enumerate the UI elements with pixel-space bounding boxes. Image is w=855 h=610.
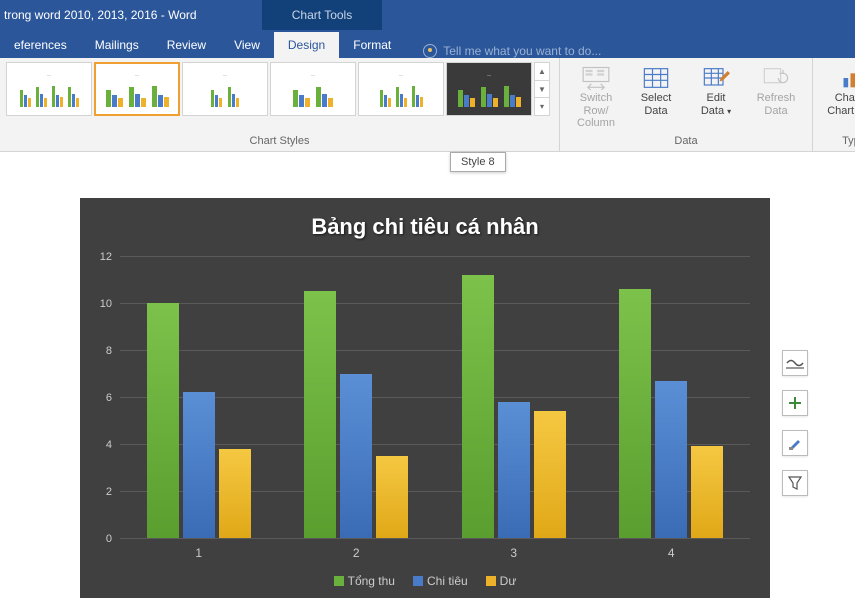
chart-type-icon [840,66,855,90]
bar[interactable] [655,381,687,538]
refresh-label: Refresh Data [757,92,796,117]
y-axis-label: 2 [106,486,112,498]
chart-style-4[interactable]: — [270,62,356,116]
chart-style-6[interactable]: — [446,62,532,116]
gridline: 0 [120,538,750,539]
data-group-label: Data [566,135,806,149]
dropdown-icon: ▾ [727,107,731,116]
type-group: Change Chart Type Type [813,58,855,151]
legend-swatch [486,576,496,586]
plus-icon [788,396,802,410]
refresh-data-button: Refresh Data [746,62,806,134]
gallery-down-icon[interactable]: ▼ [535,81,549,99]
legend-swatch [413,576,423,586]
gallery-more-icon[interactable]: ▾ [535,98,549,115]
grid-icon [642,66,670,90]
y-axis-label: 8 [106,345,112,357]
chart-tools-context-tab[interactable]: Chart Tools [262,0,382,30]
chart-object[interactable]: Bảng chi tiêu cá nhân 0246810121234 Tổng… [80,198,770,598]
ribbon-tabs: eferences Mailings Review View Design Fo… [0,30,855,58]
bar-group: 2 [278,256,436,538]
tab-design[interactable]: Design [274,32,339,58]
document-title: trong word 2010, 2013, 2016 - Word [0,8,197,22]
layout-icon [786,356,804,370]
switch-icon [582,66,610,90]
gallery-up-icon[interactable]: ▲ [535,63,549,81]
document-workspace: Bảng chi tiêu cá nhân 0246810121234 Tổng… [0,152,855,598]
bar-group: 3 [435,256,593,538]
bar[interactable] [219,449,251,538]
lightbulb-icon [423,44,437,58]
legend-item[interactable]: Dư [486,574,517,588]
tell-me-placeholder: Tell me what you want to do... [443,44,601,58]
chart-styles-button[interactable] [782,430,808,456]
bar[interactable] [147,303,179,538]
chart-elements-button[interactable] [782,390,808,416]
x-axis-label: 3 [510,546,517,560]
funnel-icon [788,476,802,490]
bar[interactable] [498,402,530,538]
brush-icon [788,436,802,450]
ribbon: — — — — — — ▲ ▼ ▾ Chart Styles Switch Ro… [0,58,855,152]
select-label: Select Data [641,92,672,117]
select-data-button[interactable]: Select Data [626,62,686,134]
legend-item[interactable]: Chi tiêu [413,574,468,588]
bar[interactable] [340,374,372,539]
legend-swatch [334,576,344,586]
legend-label: Tổng thu [348,574,395,588]
chart-styles-label: Chart Styles [6,135,553,149]
edit-data-button[interactable]: Edit Data ▾ [686,62,746,134]
legend-item[interactable]: Tổng thu [334,574,395,588]
switch-row-column-button: Switch Row/ Column [566,62,626,134]
bar[interactable] [304,291,336,538]
x-axis-label: 2 [353,546,360,560]
y-axis-label: 10 [100,298,112,310]
chart-style-2[interactable]: — [94,62,180,116]
grid-edit-icon [702,66,730,90]
switch-label: Switch Row/ Column [568,92,624,130]
legend-label: Dư [500,574,517,588]
bar-group: 4 [593,256,751,538]
bar-group: 1 [120,256,278,538]
chart-filters-button[interactable] [782,470,808,496]
chart-styles-group: — — — — — — ▲ ▼ ▾ Chart Styles [0,58,560,151]
tab-mailings[interactable]: Mailings [81,32,153,58]
bar[interactable] [376,456,408,538]
chart-style-1[interactable]: — [6,62,92,116]
chart-style-5[interactable]: — [358,62,444,116]
change-chart-type-button[interactable]: Change Chart Type [819,62,855,121]
type-group-label: Type [819,135,855,149]
chart-style-3[interactable]: — [182,62,268,116]
chart-styles-gallery: — — — — — — ▲ ▼ ▾ [6,62,553,116]
bars-container: 1234 [120,256,750,538]
x-axis-label: 4 [668,546,675,560]
plot-area[interactable]: 0246810121234 [120,256,750,538]
legend-label: Chi tiêu [427,574,468,588]
bar[interactable] [462,275,494,538]
tell-me-search[interactable]: Tell me what you want to do... [423,44,601,58]
edit-label: Edit Data ▾ [701,92,731,117]
title-bar: trong word 2010, 2013, 2016 - Word Chart… [0,0,855,30]
bar[interactable] [534,411,566,538]
bar[interactable] [183,392,215,538]
x-axis-label: 1 [195,546,202,560]
data-group: Switch Row/ Column Select Data Edit Data… [560,58,813,151]
bar[interactable] [691,446,723,538]
y-axis-label: 6 [106,392,112,404]
y-axis-label: 0 [106,533,112,545]
y-axis-label: 12 [100,251,112,263]
tab-view[interactable]: View [220,32,274,58]
gallery-expand: ▲ ▼ ▾ [534,62,550,116]
tab-references[interactable]: eferences [0,32,81,58]
tab-format[interactable]: Format [339,32,405,58]
change-label: Change Chart Type [827,92,855,117]
layout-options-button[interactable] [782,350,808,376]
bar[interactable] [619,289,651,538]
refresh-icon [762,66,790,90]
chart-side-buttons [782,350,808,496]
chart-legend[interactable]: Tổng thu Chi tiêu Dư [80,574,770,588]
y-axis-label: 4 [106,439,112,451]
tab-review[interactable]: Review [153,32,220,58]
chart-title[interactable]: Bảng chi tiêu cá nhân [80,198,770,240]
